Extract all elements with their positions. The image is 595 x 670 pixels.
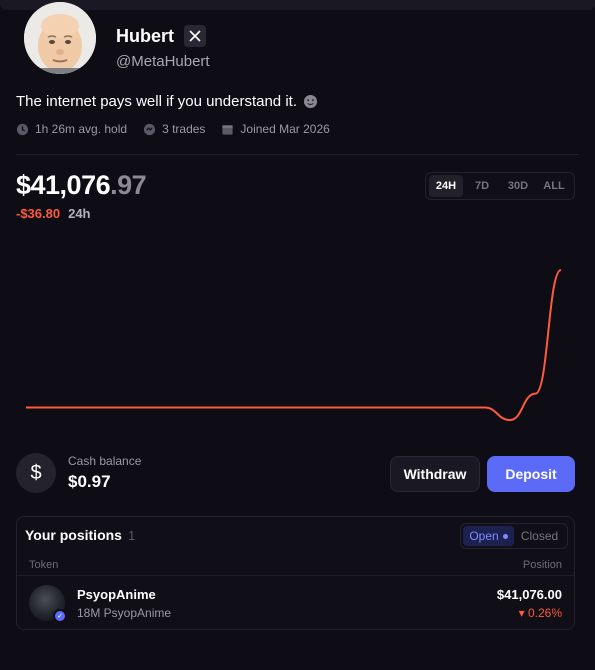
range-tab-30d[interactable]: 30D xyxy=(501,175,535,197)
verified-badge-icon: ✓ xyxy=(53,609,67,623)
deposit-button[interactable]: Deposit xyxy=(487,456,575,492)
cash-balance-value: $0.97 xyxy=(68,472,111,491)
range-tab-all[interactable]: ALL xyxy=(537,175,571,197)
top-bar xyxy=(0,0,595,10)
bio-text: The internet pays well if you understand… xyxy=(16,93,297,110)
trades-stat: 3 trades xyxy=(143,122,205,136)
positions-header: Your positions 1 xyxy=(25,527,135,543)
range-tab-24h[interactable]: 24H xyxy=(429,175,463,197)
table-row[interactable]: ✓ PsyopAnime 18M PsyopAnime $41,076.00 ▾… xyxy=(17,580,574,628)
tab-closed[interactable]: Closed xyxy=(514,526,565,546)
smile-emoji-icon xyxy=(303,94,318,109)
column-header-position: Position xyxy=(522,558,562,571)
portfolio-change-period: 24h xyxy=(68,206,91,221)
joined-text: Joined Mar 2026 xyxy=(240,122,330,136)
profile-handle: @MetaHubert xyxy=(116,53,210,70)
chart-series-line xyxy=(26,269,562,422)
x-icon[interactable] xyxy=(184,25,206,47)
portfolio-change-row: -$36.80 24h xyxy=(16,206,91,221)
tab-open[interactable]: Open xyxy=(463,526,514,546)
clock-icon xyxy=(16,123,29,135)
positions-status-toggle: Open Closed xyxy=(460,523,568,549)
positions-count: 1 xyxy=(127,527,136,543)
portfolio-change: -$36.80 xyxy=(16,206,61,221)
cash-balance-label: Cash balance xyxy=(68,454,142,468)
range-tab-7d[interactable]: 7D xyxy=(465,175,499,197)
time-range-tabs: 24H 7D 30D ALL xyxy=(425,172,575,200)
token-name: PsyopAnime xyxy=(77,587,156,602)
avatar-image xyxy=(24,2,96,74)
profile-name-row: Hubert xyxy=(116,25,206,47)
avg-hold-stat: 1h 26m avg. hold xyxy=(16,122,127,136)
token-position-change: ▾ 0.26% xyxy=(518,606,562,620)
joined-stat: Joined Mar 2026 xyxy=(221,122,330,136)
portfolio-value: $41,076.97 xyxy=(16,170,147,201)
section-divider xyxy=(16,154,579,155)
calendar-icon xyxy=(222,124,234,135)
column-header-token: Token xyxy=(29,558,59,571)
portfolio-value-decimal: .97 xyxy=(110,170,147,200)
dollar-icon: $ xyxy=(16,453,56,493)
positions-column-headers: Token Position xyxy=(17,554,574,576)
trades-text: 3 trades xyxy=(162,122,206,136)
token-holding: 18M PsyopAnime xyxy=(77,606,172,620)
profile-name: Hubert xyxy=(116,25,174,46)
portfolio-value-main: $41,076 xyxy=(16,170,111,200)
profile-stats: 1h 26m avg. hold 3 trades Joined Mar 202… xyxy=(16,122,330,136)
positions-title: Your positions xyxy=(25,527,122,543)
withdraw-button[interactable]: Withdraw xyxy=(390,456,480,492)
token-position-value: $41,076.00 xyxy=(496,587,562,602)
trades-icon xyxy=(143,123,156,135)
profile-bio: The internet pays well if you understand… xyxy=(16,93,318,110)
tab-open-label: Open xyxy=(469,529,499,543)
portfolio-chart[interactable] xyxy=(16,230,576,430)
positions-panel: Your positions 1 Open Closed Token Posit… xyxy=(16,516,575,630)
avg-hold-text: 1h 26m avg. hold xyxy=(35,122,128,136)
active-dot-icon xyxy=(502,533,508,539)
avatar[interactable] xyxy=(24,2,96,74)
